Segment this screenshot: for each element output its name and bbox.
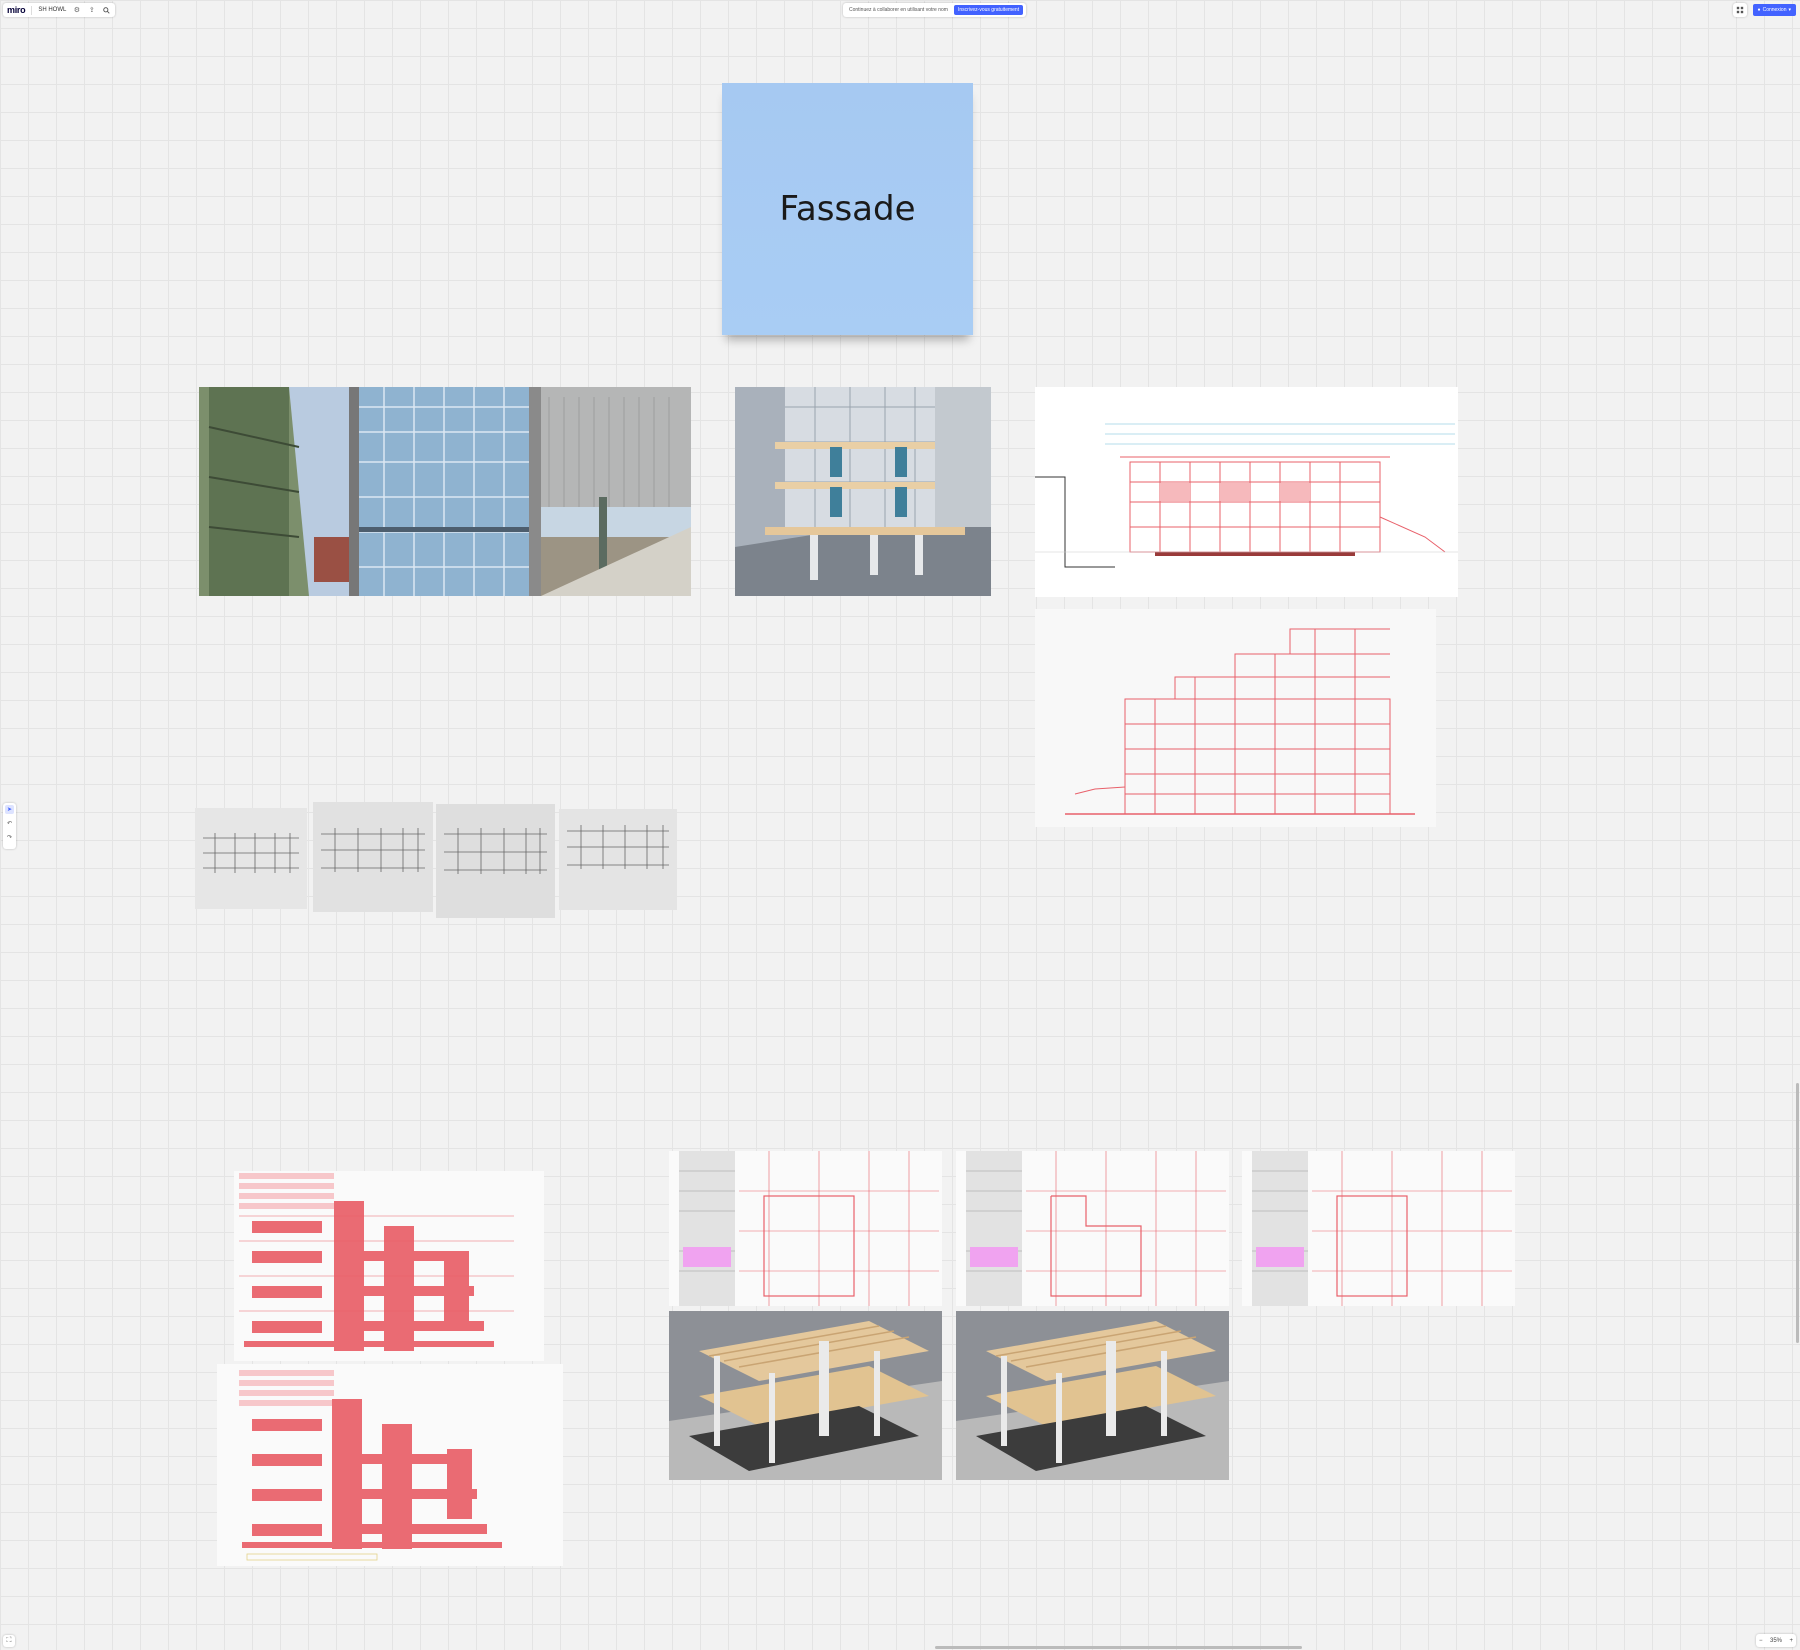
connect-label: Connexion [1762, 7, 1787, 13]
signup-button[interactable]: Inscrivez-vous gratuitement [953, 5, 1024, 15]
structure-3d-render-2[interactable] [956, 1311, 1229, 1480]
vertical-scrollbar[interactable] [1796, 1083, 1799, 1343]
redo-icon[interactable]: ↷ [5, 833, 14, 842]
user-icon: ● [1757, 7, 1761, 13]
minus-icon[interactable]: − [1759, 1638, 1763, 1644]
collab-text: Continuez à collaborer en utilisant votr… [849, 7, 948, 13]
sketch-elevation-1[interactable] [195, 808, 307, 909]
plan-drawing-3[interactable] [1242, 1151, 1515, 1306]
sketch-elevation-3[interactable] [436, 804, 555, 918]
elevation-drawing-2[interactable] [1035, 609, 1436, 827]
search-icon[interactable] [102, 6, 111, 15]
board-header: miro SH HOWL ⚙ ⇪ [3, 3, 116, 17]
facade-photos-image[interactable] [199, 387, 691, 596]
cursor-icon[interactable]: ➤ [5, 805, 14, 814]
undo-icon[interactable]: ↶ [5, 819, 14, 828]
connect-button[interactable]: ● Connexion ▾ [1752, 4, 1796, 16]
elevation-drawing-1[interactable] [1035, 387, 1458, 597]
sticky-note-text: Fassade [779, 189, 916, 229]
miro-logo[interactable]: miro [7, 5, 26, 15]
divider [31, 5, 33, 15]
zoom-control: − 35% + [1756, 1634, 1796, 1647]
apps-icon[interactable] [1732, 3, 1747, 17]
zoom-level[interactable]: 35% [1770, 1638, 1782, 1644]
collab-banner: Continuez à collaborer en utilisant votr… [843, 3, 1027, 17]
plan-drawing-2[interactable] [956, 1151, 1229, 1306]
gear-icon[interactable]: ⚙ [72, 6, 81, 15]
upload-icon[interactable]: ⇪ [87, 6, 96, 15]
left-toolbar: ➤ ↶ ↷ [3, 803, 16, 849]
structure-3d-render-1[interactable] [669, 1311, 942, 1480]
horizontal-scrollbar[interactable] [935, 1646, 1302, 1649]
minimap-icon[interactable]: ⛶ [3, 1635, 15, 1647]
section-drawing-1[interactable] [234, 1171, 544, 1361]
top-right-controls: ● Connexion ▾ [1732, 3, 1796, 17]
sketch-elevation-4[interactable] [559, 809, 677, 910]
plus-icon[interactable]: + [1789, 1638, 1793, 1644]
facade-3d-render-image[interactable] [735, 387, 991, 596]
section-drawing-2[interactable] [217, 1364, 563, 1566]
sticky-note[interactable]: Fassade [722, 83, 973, 335]
sketch-elevation-2[interactable] [313, 802, 433, 912]
chevron-down-icon: ▾ [1788, 7, 1791, 13]
board-name[interactable]: SH HOWL [38, 7, 66, 13]
plan-drawing-1[interactable] [669, 1151, 942, 1306]
